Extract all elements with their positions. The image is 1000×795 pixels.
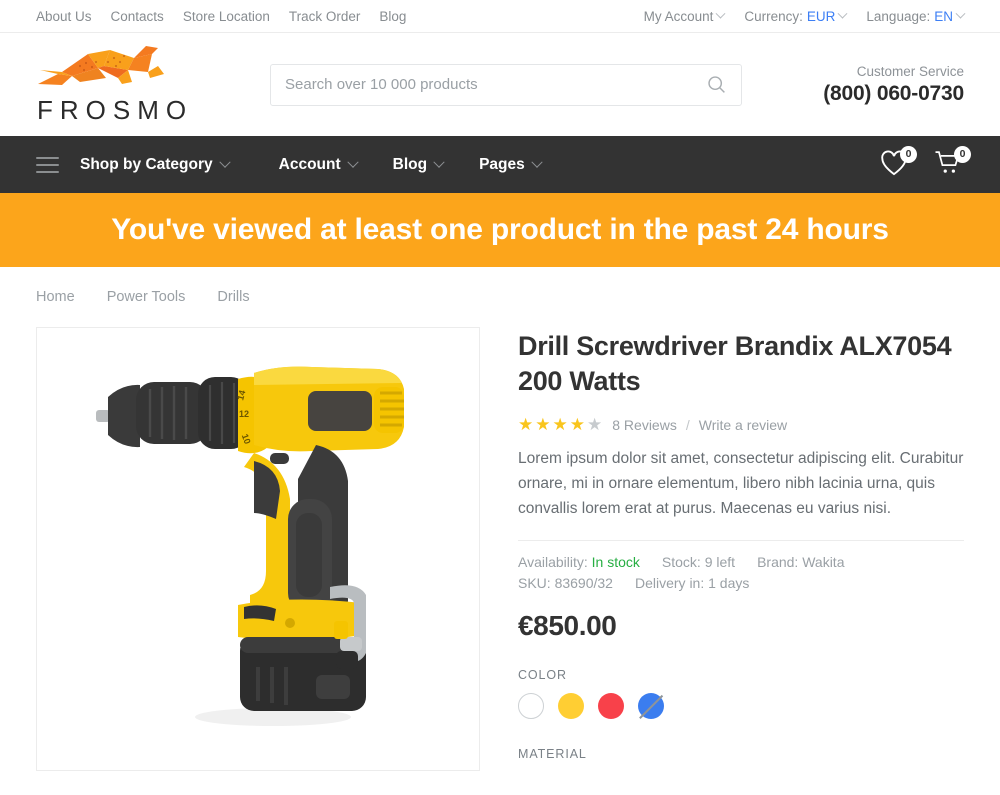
stock-label: Stock: xyxy=(661,554,701,571)
product-rating-row: ★ ★ ★ ★ ★ 8 Reviews / Write a review xyxy=(518,415,964,435)
nav-label: Pages xyxy=(479,155,525,173)
logo-wordmark: FROSMO xyxy=(37,94,194,125)
nav-label: Blog xyxy=(392,155,428,173)
star-icon-empty: ★ xyxy=(587,415,604,435)
breadcrumb-item-drills[interactable]: Drills xyxy=(217,289,249,305)
cart-count-badge: 0 xyxy=(954,145,971,163)
color-swatch-blue-unavailable[interactable] xyxy=(638,693,664,720)
search-box[interactable] xyxy=(270,63,742,106)
delivery-value: 1 days xyxy=(708,575,750,592)
star-icon: ★ xyxy=(535,415,552,435)
customer-service-block: Customer Service (800) 060-0730 xyxy=(823,64,964,106)
top-link-blog[interactable]: Blog xyxy=(379,9,406,24)
product-meta-row-2: SKU: 83690/32 Delivery in: 1 days xyxy=(518,575,964,591)
chevron-down-icon xyxy=(218,156,231,168)
stock-value: 9 left xyxy=(704,554,736,571)
chevron-down-icon xyxy=(433,156,445,168)
my-account-label: My Account xyxy=(643,8,714,24)
promo-banner-text: You've viewed at least one product in th… xyxy=(111,213,889,246)
wishlist-count-badge: 0 xyxy=(900,145,917,163)
language-selector[interactable]: Language: EN xyxy=(866,8,966,24)
hamburger-menu-icon[interactable] xyxy=(36,156,59,173)
star-icon: ★ xyxy=(518,415,535,435)
cheetah-logo-icon xyxy=(38,45,164,85)
sku-field: SKU: 83690/32 xyxy=(518,575,613,591)
info-divider xyxy=(518,540,964,542)
breadcrumb-item-home[interactable]: Home xyxy=(36,289,75,305)
my-account-menu[interactable]: My Account xyxy=(643,8,726,24)
customer-service-label: Customer Service xyxy=(856,63,964,79)
product-detail-page: About Us Contacts Store Location Track O… xyxy=(0,0,1000,795)
availability-label: Availability: xyxy=(518,554,588,571)
nav-label: Shop by Category xyxy=(80,155,213,173)
availability-value: In stock xyxy=(591,554,640,571)
material-option-label: MATERIAL xyxy=(518,747,587,762)
star-rating[interactable]: ★ ★ ★ ★ ★ xyxy=(518,415,603,435)
search-icon[interactable] xyxy=(706,74,727,95)
top-bar-links: About Us Contacts Store Location Track O… xyxy=(36,9,406,24)
site-header: FROSMO Customer Service (800) 060-0730 xyxy=(0,33,1000,136)
product-meta-row-1: Availability: In stock Stock: 9 left Bra… xyxy=(518,554,964,570)
chevron-down-icon xyxy=(531,156,543,168)
brand-field: Brand: Wakita xyxy=(757,554,844,570)
chevron-down-icon xyxy=(715,8,726,19)
svg-text:12: 12 xyxy=(239,409,249,419)
main-navigation: Shop by Category Account Blog Pages 0 0 xyxy=(0,136,1000,193)
color-swatch-group xyxy=(518,693,964,720)
chevron-down-icon xyxy=(837,8,848,19)
sku-value: 83690/32 xyxy=(554,575,613,592)
color-option-label: COLOR xyxy=(518,668,567,683)
star-icon: ★ xyxy=(569,415,586,435)
top-link-store-location[interactable]: Store Location xyxy=(183,9,270,24)
stock-field: Stock: 9 left xyxy=(662,554,735,570)
product-image-frame[interactable]: 14 12 10 xyxy=(36,327,480,771)
color-swatch-yellow[interactable] xyxy=(558,693,584,720)
star-icon: ★ xyxy=(552,415,569,435)
search-input[interactable] xyxy=(285,76,706,93)
availability-field: Availability: In stock xyxy=(518,554,640,570)
top-bar-controls: My Account Currency: EUR Language: EN xyxy=(643,8,966,24)
product-title: Drill Screwdriver Brandix ALX7054 200 Wa… xyxy=(518,331,952,396)
cart-button[interactable]: 0 xyxy=(934,145,971,180)
wishlist-button[interactable]: 0 xyxy=(880,145,917,180)
color-swatch-red[interactable] xyxy=(598,693,624,720)
product-price: €850.00 xyxy=(518,610,617,642)
nav-item-blog[interactable]: Blog xyxy=(392,155,445,174)
reviews-count[interactable]: 8 Reviews xyxy=(612,417,677,433)
brand-value: Wakita xyxy=(802,554,845,571)
utility-top-bar: About Us Contacts Store Location Track O… xyxy=(0,0,1000,33)
nav-item-pages[interactable]: Pages xyxy=(479,155,543,174)
promo-banner: You've viewed at least one product in th… xyxy=(0,193,1000,267)
currency-value: EUR xyxy=(806,8,836,24)
top-link-contacts[interactable]: Contacts xyxy=(111,9,164,24)
brand-label: Brand: xyxy=(757,554,799,571)
breadcrumb: Home Power Tools Drills xyxy=(0,267,1000,305)
nav-label: Account xyxy=(278,155,341,173)
chevron-down-icon xyxy=(346,156,359,168)
top-link-track-order[interactable]: Track Order xyxy=(289,9,361,24)
currency-label: Currency: xyxy=(744,8,803,24)
currency-selector[interactable]: Currency: EUR xyxy=(744,8,848,24)
search-area xyxy=(270,63,742,106)
product-info: Drill Screwdriver Brandix ALX7054 200 Wa… xyxy=(518,327,964,771)
product-description: Lorem ipsum dolor sit amet, consectetur … xyxy=(518,450,964,518)
product-section: 14 12 10 Drill Screwdriver Brandix ALX70… xyxy=(0,305,1000,771)
write-review-link[interactable]: Write a review xyxy=(699,417,787,433)
nav-item-account[interactable]: Account xyxy=(278,155,359,174)
language-value: EN xyxy=(934,8,953,24)
site-logo[interactable]: FROSMO xyxy=(36,44,236,126)
nav-actions: 0 0 xyxy=(880,145,971,180)
language-label: Language: xyxy=(866,8,931,24)
delivery-label: Delivery in: xyxy=(634,575,705,592)
color-swatch-white[interactable] xyxy=(518,693,544,720)
reviews-separator: / xyxy=(685,417,690,434)
nav-item-shop-by-category[interactable]: Shop by Category xyxy=(80,155,231,174)
drill-product-image: 14 12 10 xyxy=(96,366,404,726)
top-link-about-us[interactable]: About Us xyxy=(36,9,92,24)
sku-label: SKU: xyxy=(518,575,551,592)
customer-service-phone[interactable]: (800) 060-0730 xyxy=(823,82,964,106)
breadcrumb-item-power-tools[interactable]: Power Tools xyxy=(107,289,186,305)
delivery-field: Delivery in: 1 days xyxy=(635,575,749,591)
chevron-down-icon xyxy=(955,8,966,19)
